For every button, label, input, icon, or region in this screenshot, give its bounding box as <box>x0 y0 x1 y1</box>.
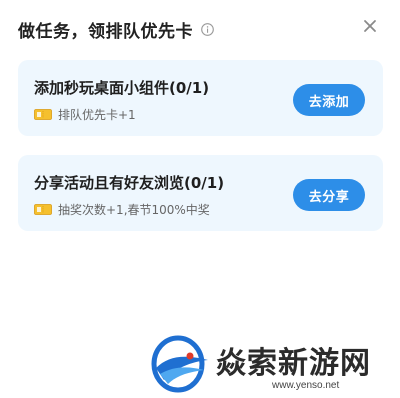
site-watermark: 焱索新游网 www.yenso.net <box>150 334 390 394</box>
dialog-header: 做任务，领排队优先卡 <box>18 14 214 44</box>
ticket-icon <box>34 204 52 215</box>
task-dialog: 做任务，领排队优先卡 添加秒玩桌面小组件(0/1) 排队优先卡+1 去添加 分享… <box>0 0 400 394</box>
task-reward: 排队优先卡+1 <box>34 106 136 123</box>
share-button[interactable]: 去分享 <box>293 179 365 211</box>
info-icon[interactable] <box>201 22 214 36</box>
ticket-icon <box>34 109 52 120</box>
dialog-title: 做任务，领排队优先卡 <box>18 21 193 42</box>
close-icon[interactable] <box>362 18 378 34</box>
add-widget-button[interactable]: 去添加 <box>293 84 365 116</box>
reward-text: 抽奖次数+1,春节100%中奖 <box>58 203 210 217</box>
watermark-url: www.yenso.net <box>272 380 340 391</box>
reward-text: 排队优先卡+1 <box>58 108 136 122</box>
task-title: 添加秒玩桌面小组件(0/1) <box>34 79 210 97</box>
task-card-add-widget: 添加秒玩桌面小组件(0/1) 排队优先卡+1 去添加 <box>18 60 383 136</box>
task-reward: 抽奖次数+1,春节100%中奖 <box>34 201 210 218</box>
watermark-brand: 焱索新游网 <box>216 346 371 381</box>
watermark-logo-icon <box>150 334 212 394</box>
task-card-share: 分享活动且有好友浏览(0/1) 抽奖次数+1,春节100%中奖 去分享 <box>18 155 383 231</box>
task-title: 分享活动且有好友浏览(0/1) <box>34 174 225 192</box>
